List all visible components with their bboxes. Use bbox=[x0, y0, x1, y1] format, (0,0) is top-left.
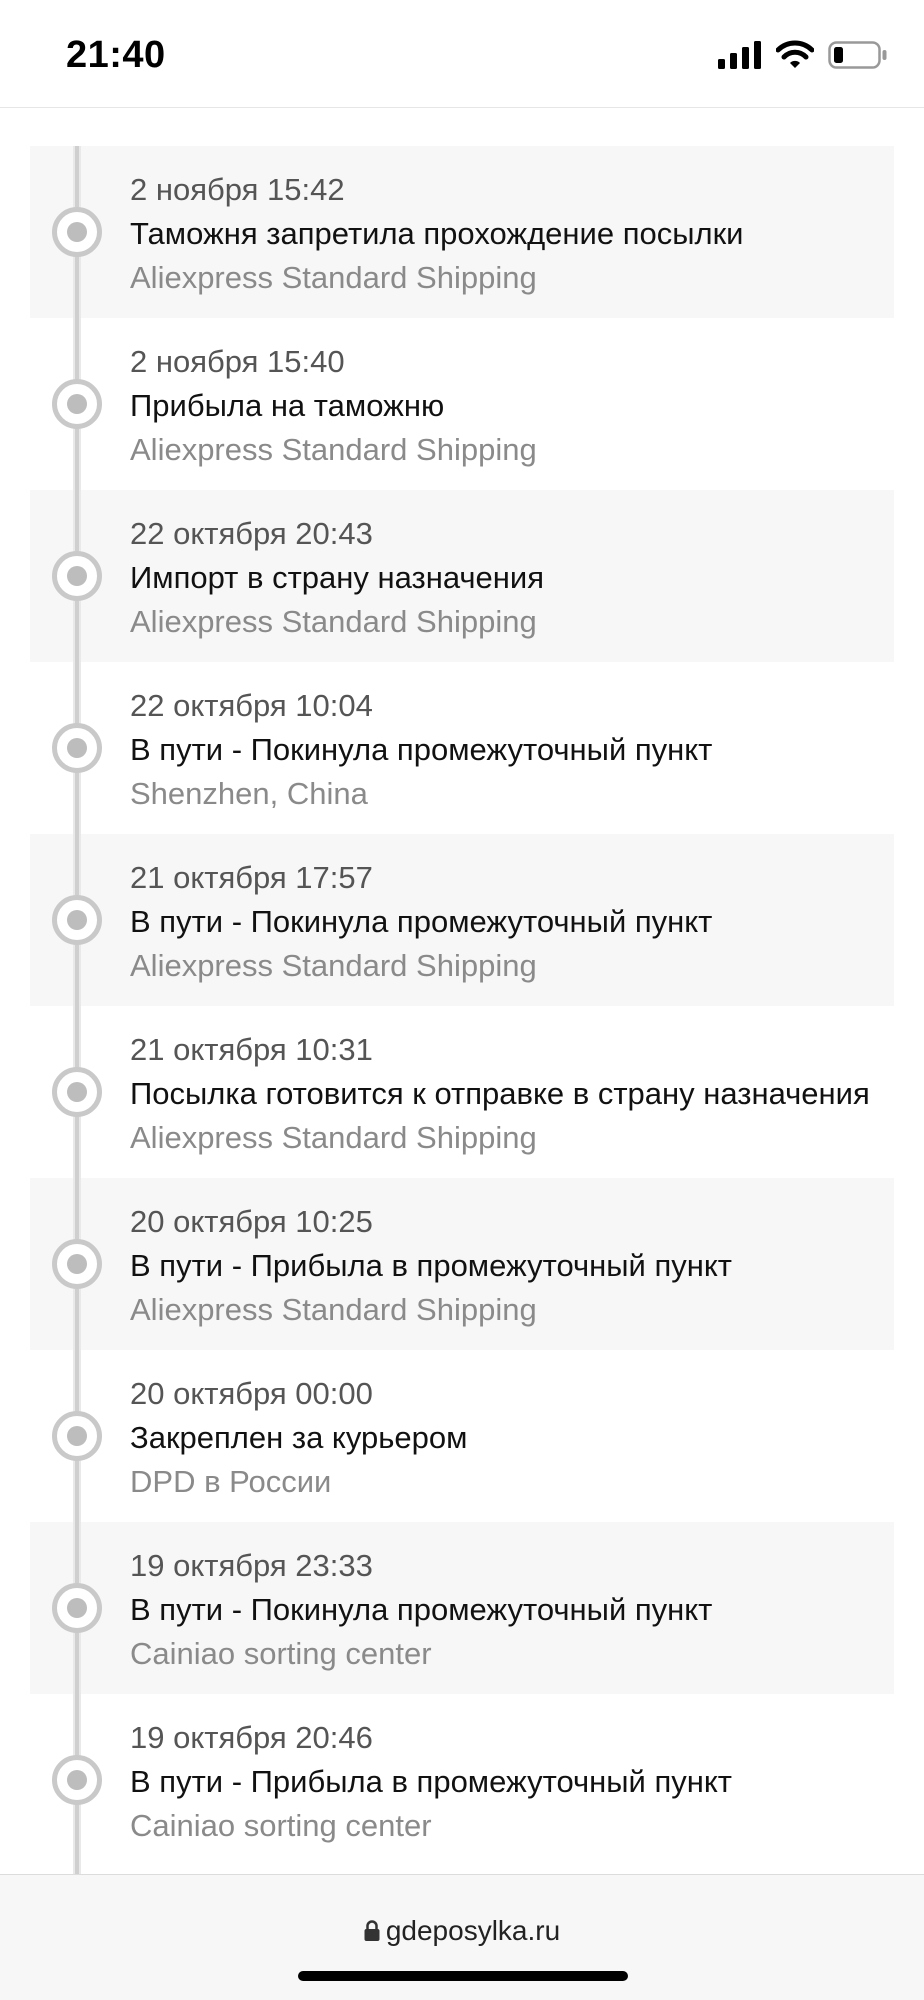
tracking-event: 20 октября 00:00 Закреплен за курьером DPD… bbox=[30, 1350, 894, 1522]
event-title: В пути - Покинула промежуточный пункт bbox=[130, 1592, 713, 1627]
timeline-dot-icon bbox=[52, 723, 102, 773]
event-date: 19 октября 23:33 bbox=[130, 1548, 373, 1583]
event-title: В пути - Прибыла в промежуточный пункт bbox=[130, 1764, 733, 1799]
event-title: Посылка готовится к отправке в страну на… bbox=[130, 1076, 870, 1111]
event-date: 21 октября 10:31 bbox=[130, 1032, 373, 1067]
event-carrier: Cainiao sorting center bbox=[130, 1636, 432, 1671]
event-title: Таможня запретила прохождение посылки bbox=[130, 216, 744, 251]
event-date: 22 октября 10:04 bbox=[130, 688, 373, 723]
event-carrier: Aliexpress Standard Shipping bbox=[130, 432, 537, 467]
status-bar: 21:40 bbox=[0, 0, 924, 108]
event-carrier: Aliexpress Standard Shipping bbox=[130, 604, 537, 639]
tracking-event: 22 октября 10:04 В пути - Покинула промеж… bbox=[30, 662, 894, 834]
event-carrier: Aliexpress Standard Shipping bbox=[130, 1292, 537, 1327]
tracking-event: 19 октября 20:46 В пути - Прибыла в проме… bbox=[30, 1694, 894, 1866]
timeline-dot-icon bbox=[52, 379, 102, 429]
event-carrier: Shenzhen, China bbox=[130, 776, 368, 811]
event-date: 20 октября 00:00 bbox=[130, 1376, 373, 1411]
event-title: В пути - Покинула промежуточный пункт bbox=[130, 732, 713, 767]
timeline-dot-icon bbox=[52, 207, 102, 257]
event-date: 2 ноября 15:40 bbox=[130, 344, 345, 379]
tracking-event: 2 ноября 15:40 Прибыла на таможню Aliexpre… bbox=[30, 318, 894, 490]
tracking-event: 20 октября 10:25 В пути - Прибыла в проме… bbox=[30, 1178, 894, 1350]
event-carrier: DPD в России bbox=[130, 1464, 332, 1499]
wifi-icon bbox=[776, 40, 814, 68]
status-icons bbox=[718, 40, 888, 70]
signal-icon bbox=[718, 41, 761, 69]
tracking-event: 21 октября 10:31 Посылка готовится к отпр… bbox=[30, 1006, 894, 1178]
timeline-dot-icon bbox=[52, 1067, 102, 1117]
timeline-dot-icon bbox=[52, 551, 102, 601]
event-date: 19 октября 20:46 bbox=[130, 1720, 373, 1755]
event-title: Закреплен за курьером bbox=[130, 1420, 468, 1455]
event-date: 21 октября 17:57 bbox=[130, 860, 373, 895]
event-date: 20 октября 10:25 bbox=[130, 1204, 373, 1239]
tracking-event: 22 октября 20:43 Импорт в страну назначен… bbox=[30, 490, 894, 662]
timeline-dot-icon bbox=[52, 895, 102, 945]
event-title: В пути - Покинула промежуточный пункт bbox=[130, 904, 713, 939]
timeline-dot-icon bbox=[52, 1583, 102, 1633]
url-text: gdeposylka.ru bbox=[385, 1915, 561, 1946]
timeline-dot-icon bbox=[52, 1755, 102, 1805]
home-indicator[interactable] bbox=[298, 1971, 628, 1981]
status-time: 21:40 bbox=[66, 34, 166, 76]
event-date: 22 октября 20:43 bbox=[130, 516, 373, 551]
tracking-event: 19 октября 23:33 В пути - Покинула промеж… bbox=[30, 1522, 894, 1694]
events-list: 2 ноября 15:42 Таможня запретила прохожде… bbox=[30, 146, 894, 1866]
timeline-dot-icon bbox=[52, 1239, 102, 1289]
browser-bottom-bar: gdeposylka.ru bbox=[0, 1874, 924, 2000]
lock-icon bbox=[364, 1920, 380, 1941]
battery-icon bbox=[828, 41, 887, 69]
event-title: Прибыла на таможню bbox=[130, 388, 445, 423]
event-title: В пути - Прибыла в промежуточный пункт bbox=[130, 1248, 733, 1283]
timeline-dot-icon bbox=[52, 1411, 102, 1461]
address-bar[interactable]: gdeposylka.ru bbox=[0, 1915, 924, 1947]
event-title: Импорт в страну назначения bbox=[130, 560, 545, 595]
event-carrier: Aliexpress Standard Shipping bbox=[130, 1120, 537, 1155]
event-date: 2 ноября 15:42 bbox=[130, 172, 345, 207]
event-carrier: Aliexpress Standard Shipping bbox=[130, 948, 537, 983]
tracking-event: 21 октября 17:57 В пути - Покинула промеж… bbox=[30, 834, 894, 1006]
event-carrier: Cainiao sorting center bbox=[130, 1808, 432, 1843]
tracking-timeline: 2 ноября 15:42 Таможня запретила прохожде… bbox=[30, 146, 894, 1874]
event-carrier: Aliexpress Standard Shipping bbox=[130, 260, 537, 295]
tracking-event: 2 ноября 15:42 Таможня запретила прохожде… bbox=[30, 146, 894, 318]
